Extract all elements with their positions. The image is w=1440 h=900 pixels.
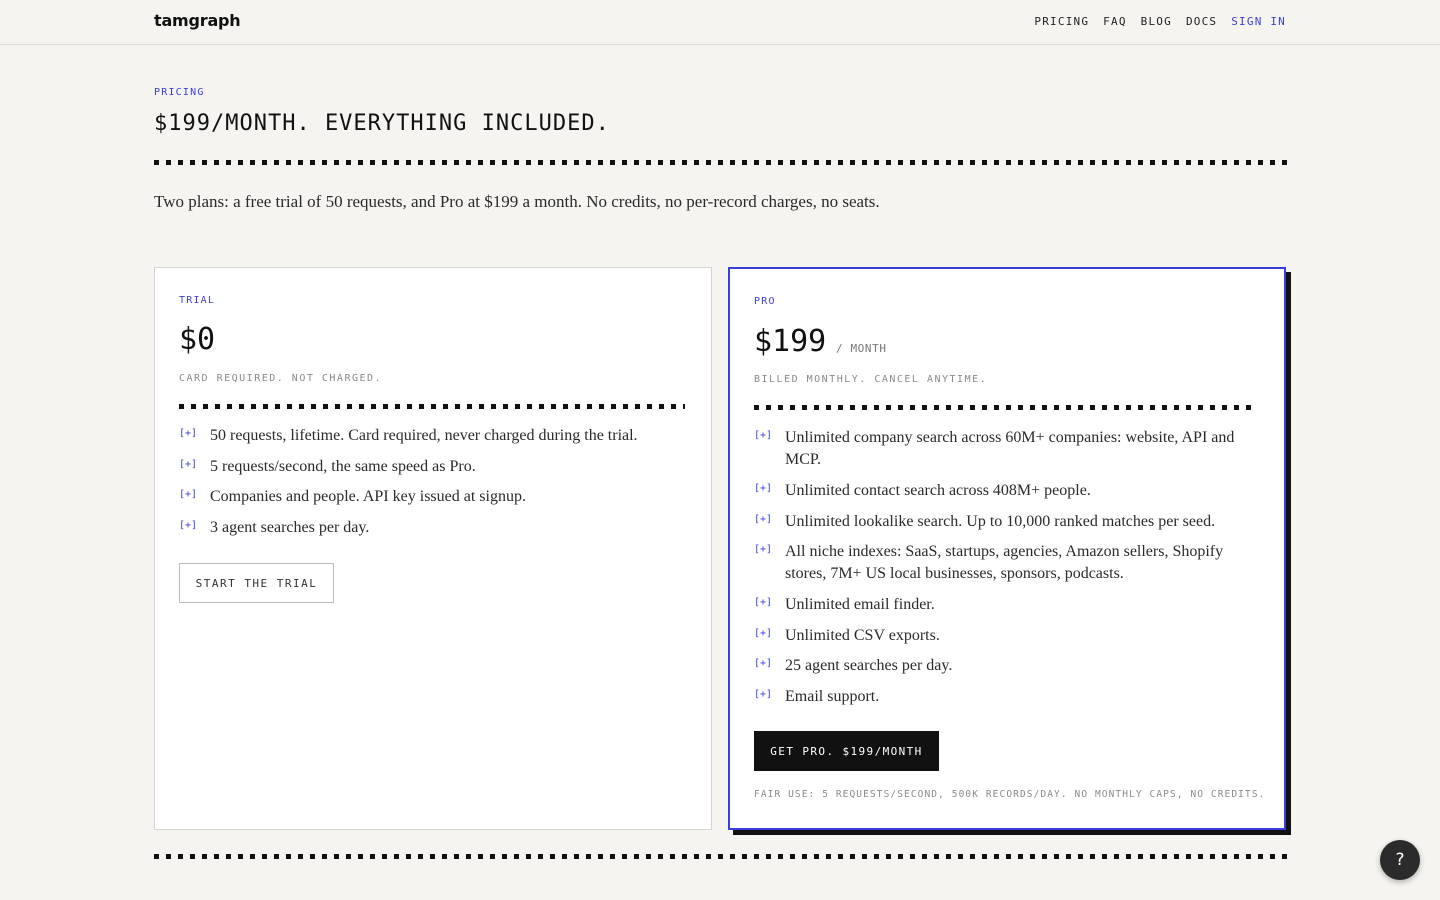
pro-plan-card: PRO $199 / MONTH BILLED MONTHLY. CANCEL … <box>728 267 1286 830</box>
feature-item: [+] 5 requests/second, the same speed as… <box>179 456 689 487</box>
plus-icon: [+] <box>179 458 198 470</box>
nav-blog[interactable]: BLOG <box>1141 15 1172 28</box>
feature-text: 25 agent searches per day. <box>785 657 953 674</box>
billing-period: / MONTH <box>836 342 887 355</box>
page-title: $199/MONTH. EVERYTHING INCLUDED. <box>154 111 610 136</box>
feature-item: [+] Companies and people. API key issued… <box>179 486 689 517</box>
start-trial-button[interactable]: START THE TRIAL <box>179 563 334 603</box>
plus-icon: [+] <box>754 430 773 441</box>
feature-text: Companies and people. API key issued at … <box>210 488 526 505</box>
plus-icon: [+] <box>754 658 773 669</box>
feature-item: [+] All niche indexes: SaaS, startups, a… <box>754 541 1254 594</box>
feature-list: [+] Unlimited company search across 60M+… <box>754 427 1254 716</box>
feature-item: [+] 3 agent searches per day. <box>179 517 689 548</box>
feature-text: 3 agent searches per day. <box>210 518 370 536</box>
feature-item: [+] Unlimited company search across 60M+… <box>754 427 1254 480</box>
feature-text: 50 requests, lifetime. Card required, ne… <box>210 427 638 444</box>
main-nav: PRICING FAQ BLOG DOCS SIGN IN <box>1034 15 1286 28</box>
feature-item: [+] Unlimited email finder. <box>754 594 1254 625</box>
plan-label: PRO <box>754 296 776 307</box>
dotted-divider <box>179 404 685 409</box>
feature-item: [+] Email support. <box>754 686 1254 717</box>
help-button[interactable]: ? <box>1380 840 1420 880</box>
plan-label: TRIAL <box>179 295 216 306</box>
feature-item: [+] 50 requests, lifetime. Card required… <box>179 425 689 456</box>
plus-icon: [+] <box>754 688 773 700</box>
plus-icon: [+] <box>179 428 198 439</box>
pricing-intro: Two plans: a free trial of 50 requests, … <box>154 192 880 211</box>
plan-price: $0 <box>179 322 216 357</box>
feature-list: [+] 50 requests, lifetime. Card required… <box>179 425 689 547</box>
feature-text: Email support. <box>785 687 880 705</box>
feature-item: [+] Unlimited contact search across 408M… <box>754 480 1254 511</box>
feature-text: Unlimited company search across 60M+ com… <box>785 429 1235 468</box>
fair-use-note: FAIR USE: 5 REQUESTS/SECOND, 500K RECORD… <box>754 789 1266 800</box>
nav-pricing[interactable]: PRICING <box>1034 15 1089 28</box>
feature-text: Unlimited contact search across 408M+ pe… <box>785 482 1091 499</box>
plan-note: CARD REQUIRED. NOT CHARGED. <box>179 373 383 384</box>
plan-note: BILLED MONTHLY. CANCEL ANYTIME. <box>754 374 988 385</box>
feature-text: All niche indexes: SaaS, startups, agenc… <box>785 543 1224 582</box>
trial-plan-card: TRIAL $0 CARD REQUIRED. NOT CHARGED. [+]… <box>154 267 712 830</box>
nav-docs[interactable]: DOCS <box>1186 15 1217 28</box>
feature-text: Unlimited lookalike search. Up to 10,000… <box>785 512 1216 530</box>
section-eyebrow: PRICING <box>154 87 205 98</box>
top-nav-bar: tamgraph PRICING FAQ BLOG DOCS SIGN IN <box>0 0 1440 45</box>
plus-icon: [+] <box>754 483 773 494</box>
get-pro-button[interactable]: GET PRO. $199/MONTH <box>754 731 939 771</box>
plus-icon: [+] <box>179 489 198 500</box>
dotted-divider <box>754 405 1258 410</box>
nav-faq[interactable]: FAQ <box>1103 15 1126 28</box>
feature-item: [+] Unlimited lookalike search. Up to 10… <box>754 511 1254 542</box>
feature-item: [+] 25 agent searches per day. <box>754 655 1254 686</box>
plus-icon: [+] <box>179 519 198 531</box>
plus-icon: [+] <box>754 513 773 525</box>
feature-text: Unlimited CSV exports. <box>785 626 940 644</box>
plus-icon: [+] <box>754 544 773 555</box>
nav-sign-in[interactable]: SIGN IN <box>1231 15 1286 28</box>
plus-icon: [+] <box>754 597 773 608</box>
feature-text: 5 requests/second, the same speed as Pro… <box>210 457 476 475</box>
plus-icon: [+] <box>754 627 773 639</box>
dotted-divider <box>154 854 1290 859</box>
feature-text: Unlimited email finder. <box>785 596 935 613</box>
dotted-divider <box>154 160 1290 165</box>
feature-item: [+] Unlimited CSV exports. <box>754 625 1254 656</box>
plan-price: $199 <box>754 324 827 359</box>
logo[interactable]: tamgraph <box>154 11 241 30</box>
